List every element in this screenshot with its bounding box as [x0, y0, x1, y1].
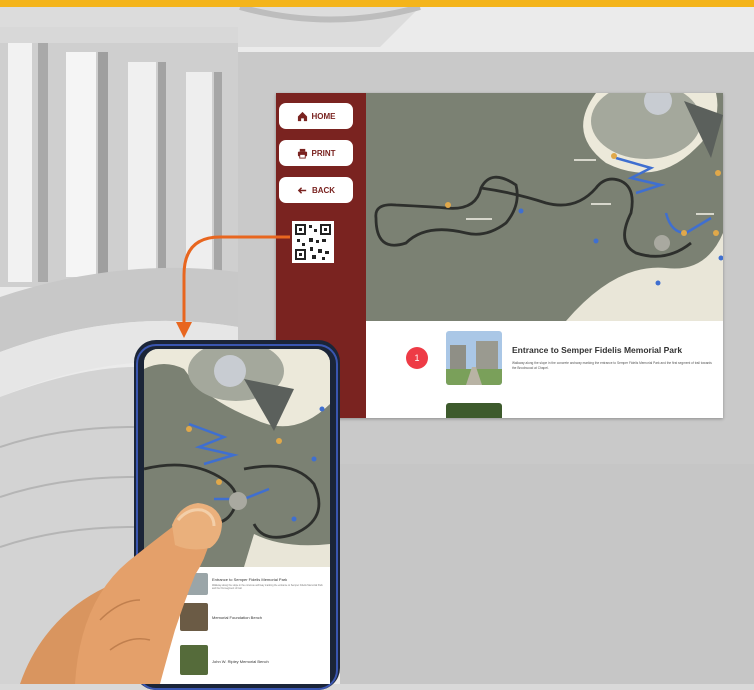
list-item-thumbnail[interactable]	[180, 645, 208, 675]
kiosk-screen: HOME PRINT BACK 1 Entrance to Semper Fid…	[276, 93, 723, 418]
list-item-title[interactable]: Memorial Foundation Bench	[212, 615, 262, 620]
list-item-description: Walkway along the slope in the concrete …	[212, 584, 323, 591]
back-arrow-icon	[297, 186, 307, 194]
stop-title: Entrance to Semper Fidelis Memorial Park	[512, 345, 683, 355]
home-button[interactable]: HOME	[279, 103, 353, 129]
qr-code[interactable]	[292, 221, 334, 263]
back-button[interactable]: BACK	[279, 177, 353, 203]
list-item-thumbnail[interactable]	[180, 573, 208, 595]
list-item-title[interactable]: John W. Ripley Memorial Bench	[212, 659, 269, 664]
home-icon	[297, 111, 307, 121]
phone-screen: Entrance to Semper Fidelis Memorial Park…	[144, 349, 330, 684]
back-button-label: BACK	[311, 185, 336, 195]
print-button-label: PRINT	[311, 148, 336, 158]
background-panel-lower	[340, 464, 754, 684]
stop-pin-marker[interactable]: 1	[406, 347, 428, 369]
trail-map[interactable]	[366, 93, 723, 321]
list-item-thumbnail[interactable]	[180, 603, 208, 631]
list-item-title[interactable]: Entrance to Semper Fidelis Memorial Park	[212, 577, 287, 582]
stop-info-panel: 1 Entrance to Semper Fidelis Memorial Pa…	[366, 321, 723, 418]
stop-description: Walkway along the slope in the concrete …	[512, 361, 712, 370]
home-button-label: HOME	[311, 111, 336, 121]
stop-thumbnail[interactable]	[446, 331, 502, 385]
print-button[interactable]: PRINT	[279, 140, 353, 166]
next-stop-thumbnail[interactable]	[446, 403, 502, 418]
top-accent-bar	[0, 0, 754, 7]
phone-trail-map[interactable]	[144, 349, 330, 567]
printer-icon	[297, 148, 307, 159]
phone-stop-list: Entrance to Semper Fidelis Memorial Park…	[144, 567, 330, 684]
